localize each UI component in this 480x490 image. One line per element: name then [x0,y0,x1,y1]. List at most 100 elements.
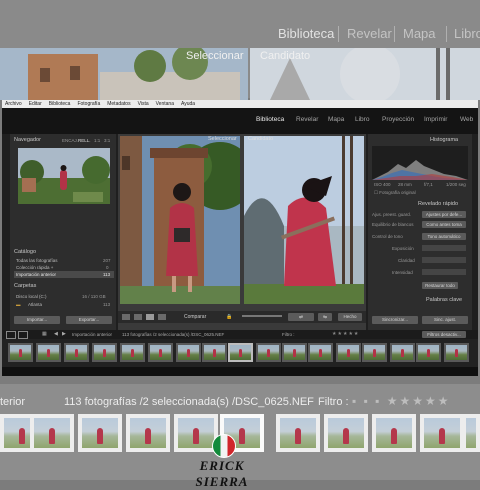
compare-label: Comparar [184,314,207,320]
wb-select[interactable]: Como antes toma [422,221,466,228]
catalog-item-count: 207 [103,258,111,263]
import-button[interactable]: Importar... [14,316,60,324]
vibrance-buttons[interactable] [422,269,466,275]
lock-icon[interactable]: 🔒 [226,314,232,320]
back-icon[interactable]: ◀ [54,331,58,337]
zoom-fit[interactable]: ENCAJ. [62,136,78,145]
film-thumb[interactable] [92,343,117,362]
sync-adjust-button[interactable]: Sinc. ajust. [422,316,468,324]
bg-separator [394,26,395,42]
vibrance-label: Intensidad [392,270,413,275]
module-libro[interactable]: Libro [355,116,369,123]
module-proyeccion[interactable]: Proyección [382,116,414,123]
clarity-buttons[interactable] [422,257,466,263]
sync-settings-button[interactable]: Sincronizar... [372,316,418,324]
film-thumb[interactable] [336,343,361,362]
folder-item[interactable]: Atlanta [28,302,42,307]
grid-view-icon[interactable] [122,314,130,320]
film-thumb[interactable] [444,343,469,362]
catalog-item[interactable]: Colección rápida + [16,265,53,270]
film-thumb[interactable] [36,343,61,362]
film-thumb[interactable] [64,343,89,362]
preset-select[interactable]: Ajustes por defe... [422,211,466,218]
survey-view-icon[interactable] [158,314,166,320]
catalog-item-selected[interactable]: Importación anterior [16,272,56,277]
film-thumb[interactable] [120,343,145,362]
catalog-item[interactable]: Todas las fotografías [16,258,58,263]
menu-ayuda[interactable]: Ayuda [181,100,195,108]
exposure-buttons[interactable] [422,245,466,251]
filter-label: Filtro : [282,332,295,337]
menu-ventana[interactable]: Ventana [156,100,174,108]
bg-module-libro: Libro [454,26,480,41]
navigator-header[interactable]: Navegador ENCAJ. RELL. 1:1 3:1 [14,136,114,145]
film-thumb-selected[interactable] [228,343,253,362]
disk-size: 16 / 110 GB [82,294,106,299]
catalog-header[interactable]: Catálogo [14,248,114,257]
film-thumb[interactable] [362,343,387,362]
loupe-view-icon[interactable] [134,314,142,320]
module-web[interactable]: Web [460,116,473,123]
label-candidate: Candidato [248,136,274,142]
disk-label[interactable]: Disco local (C:) [16,294,47,299]
sync-button[interactable]: ⇄ [288,313,314,321]
menu-vista[interactable]: Vista [138,100,149,108]
forward-icon[interactable]: ▶ [62,331,66,337]
module-revelar[interactable]: Revelar [296,116,318,123]
bg-status-bar: terior 113 fotografías /2 seleccionada(s… [0,388,480,410]
filmstrip-header: ▦ ◀ ▶ Importación anterior 113 fotografí… [2,330,478,339]
film-thumb[interactable] [148,343,173,362]
menu-editar[interactable]: Editar [29,100,42,108]
module-mapa[interactable]: Mapa [328,116,344,123]
zoom-fill[interactable]: RELL. [78,136,91,145]
film-thumb[interactable] [308,343,333,362]
hist-focal: 28 mm [398,182,412,187]
film-thumb[interactable] [390,343,415,362]
film-thumb[interactable] [282,343,307,362]
histogram-header[interactable]: Histograma [430,136,458,145]
lightroom-window: Archivo Editar Biblioteca Fotografía Met… [2,100,478,376]
keywords-header[interactable]: Palabras clave [426,296,462,305]
film-thumb[interactable] [256,343,281,362]
page-1-icon[interactable] [6,331,16,339]
quick-develop-header[interactable]: Revelado rápido [418,200,458,209]
swap-icon[interactable]: ⇆ [318,313,332,321]
hist-aperture: f/7,1 [424,182,433,187]
menu-metadatos[interactable]: Metadatos [107,100,130,108]
menu-archivo[interactable]: Archivo [5,100,22,108]
film-thumb[interactable] [416,343,441,362]
navigator-preview[interactable] [18,148,110,204]
star-filter[interactable]: ★★★★★ [332,331,359,337]
menu-fotografia[interactable]: Fotografía [77,100,100,108]
watermark-signature: ERICK SIERRA [195,458,249,489]
zoom-slider[interactable] [242,315,282,317]
grid-icon[interactable]: ▦ [42,331,47,337]
page-2-icon[interactable] [18,331,28,339]
filmstrip-source[interactable]: Importación anterior [72,332,112,337]
zoom-3to1[interactable]: 3:1 [104,136,110,145]
film-thumb[interactable] [202,343,227,362]
menu-biblioteca[interactable]: Biblioteca [49,100,71,108]
bg-film-thumb [78,414,122,452]
reset-all-button[interactable]: Restaurar todo [422,282,458,289]
folders-title: Carpetas [14,283,37,289]
catalog-title: Catálogo [14,249,37,255]
film-thumb[interactable] [176,343,201,362]
compare-view-icon[interactable] [146,314,154,320]
film-thumb[interactable] [8,343,33,362]
filters-off-select[interactable]: Filtros desactiv... [422,331,466,338]
filmstrip-scrollbar[interactable] [2,367,478,376]
photo-candidate[interactable] [244,136,364,304]
hist-iso: ISO 400 [374,182,391,187]
zoom-1to1[interactable]: 1:1 [94,136,100,145]
folders-header[interactable]: Carpetas [14,282,114,291]
watermark-logo [212,434,236,458]
auto-tone-button[interactable]: Tono automático [422,233,466,240]
bg-film-thumb [324,414,368,452]
module-imprimir[interactable]: Imprimir [424,116,447,123]
done-button[interactable]: Hecho [338,313,362,321]
module-biblioteca[interactable]: Biblioteca [256,116,284,123]
export-button[interactable]: Exportar... [66,316,112,324]
original-photo-checkbox[interactable]: ☐ Fotografía original [374,190,416,196]
photo-select[interactable] [120,136,240,304]
